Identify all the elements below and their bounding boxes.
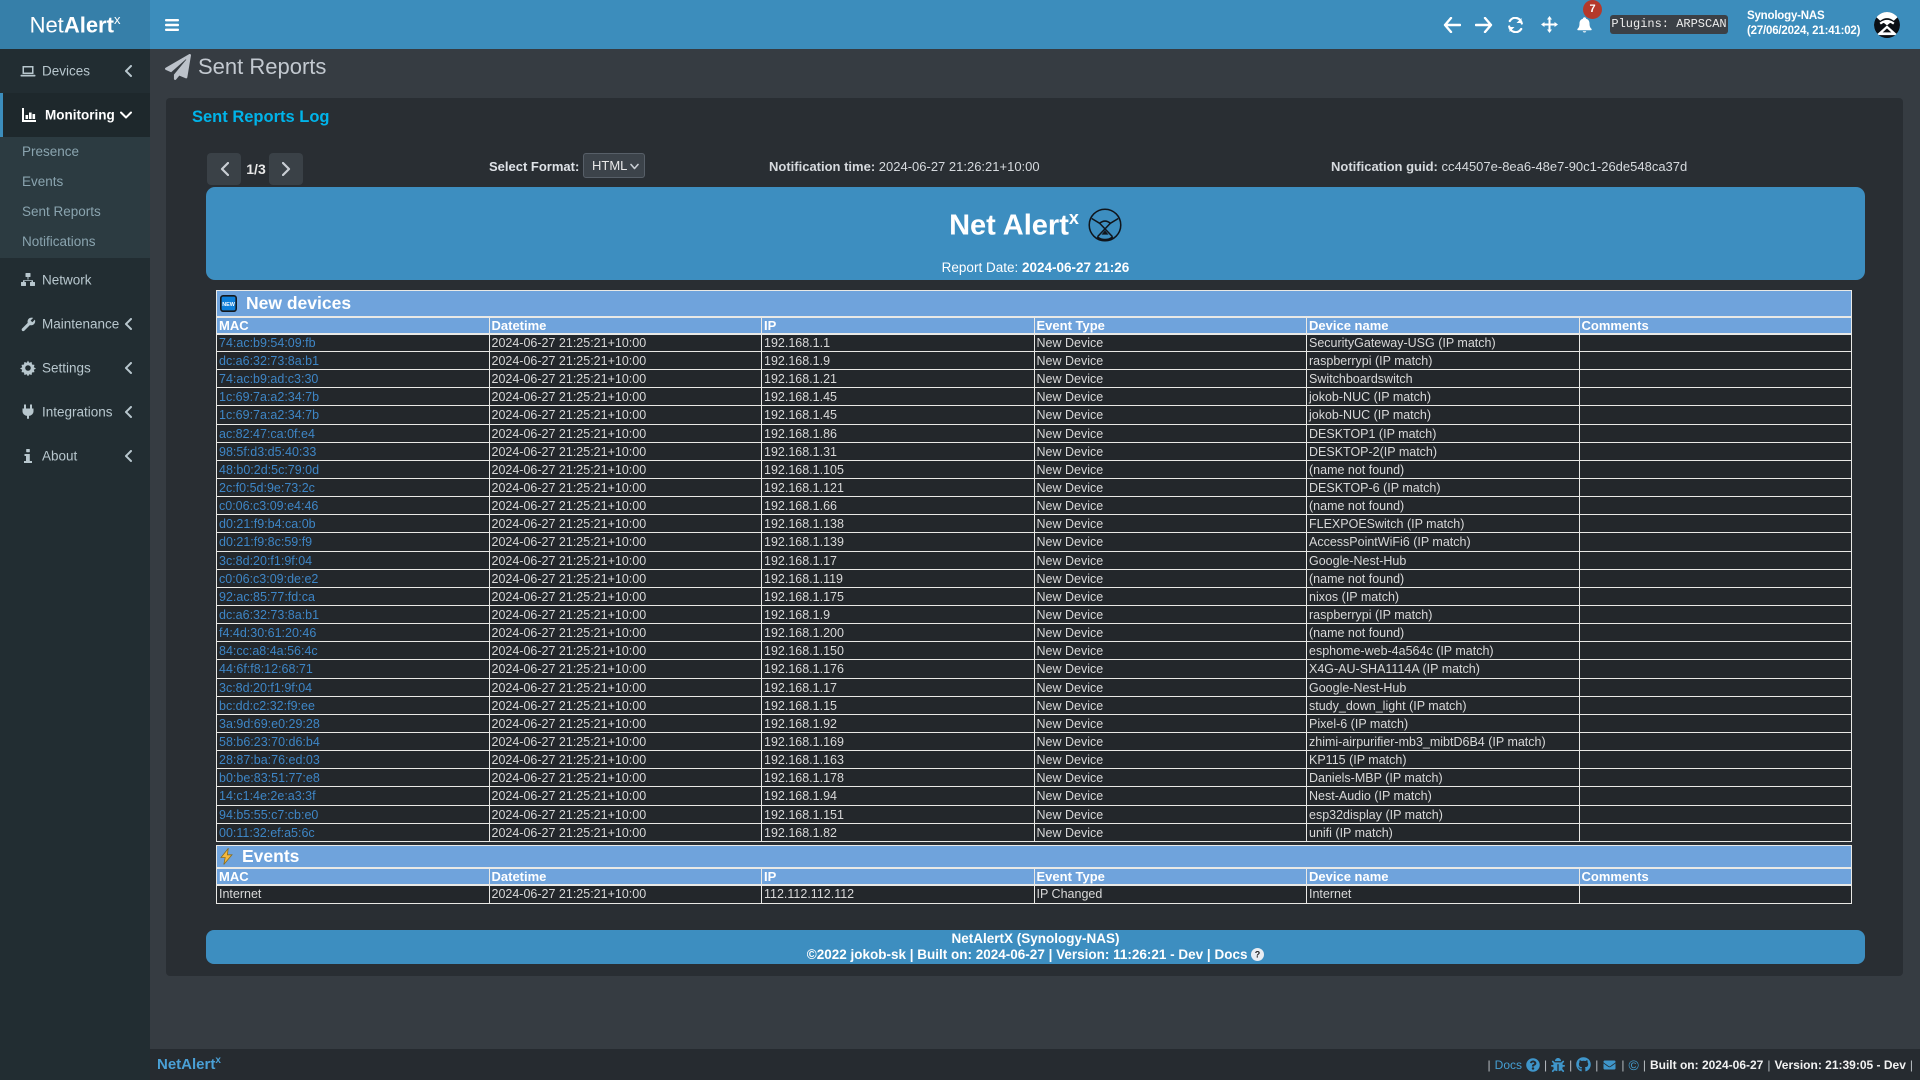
svg-text:?: ? bbox=[1255, 950, 1261, 960]
svg-text:NEW: NEW bbox=[222, 302, 235, 308]
